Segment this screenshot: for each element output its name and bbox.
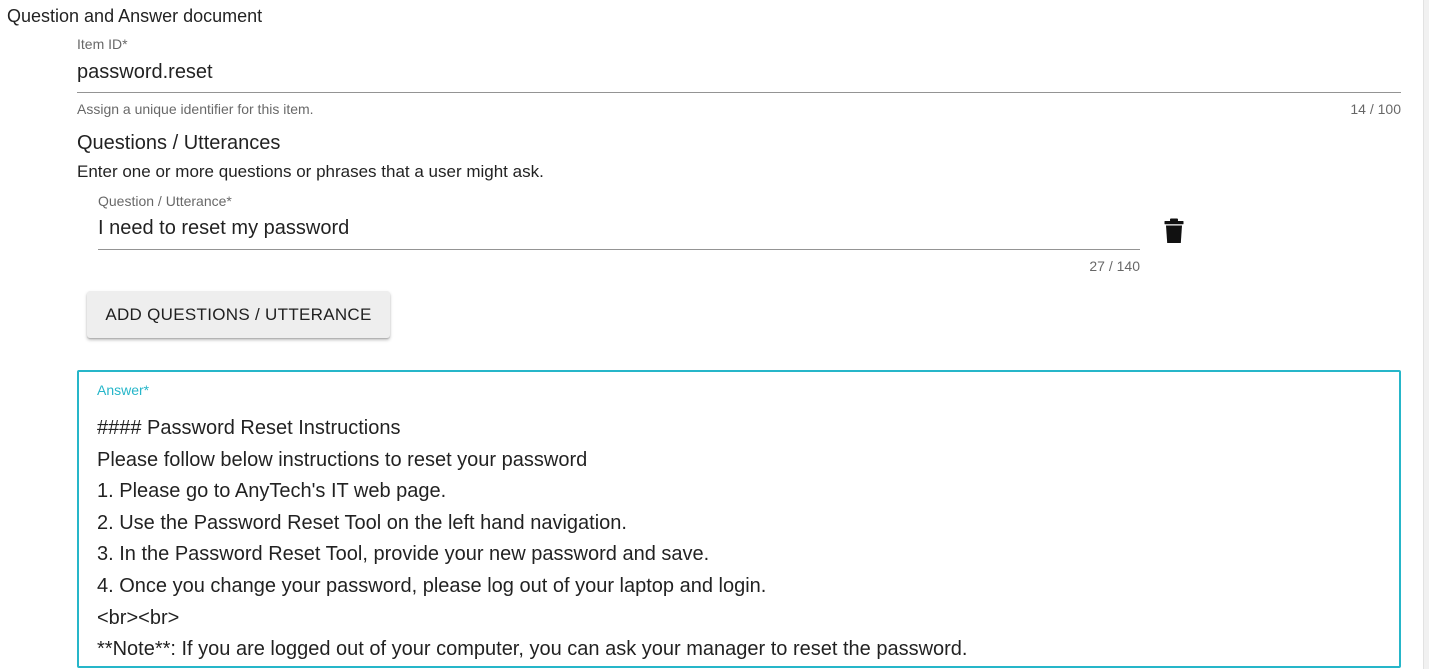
qa-document-page: Question and Answer document Item ID* pa…: [0, 0, 1429, 669]
questions-description: Enter one or more questions or phrases t…: [77, 162, 544, 181]
item-id-input[interactable]: password.reset: [77, 59, 213, 85]
delete-question-button[interactable]: [1158, 214, 1190, 248]
answer-line: **Note**: If you are logged out of your …: [97, 638, 968, 661]
answer-field[interactable]: Answer* #### Password Reset Instructions…: [77, 370, 1401, 668]
item-id-underline: [77, 92, 1401, 93]
document-title: Question and Answer document: [7, 6, 263, 26]
page-scrollbar[interactable]: [1423, 0, 1429, 669]
answer-line: 3. In the Password Reset Tool, provide y…: [97, 543, 710, 566]
add-question-button[interactable]: ADD QUESTIONS / UTTERANCE: [87, 291, 390, 338]
question-utterance-field: Question / Utterance* I need to reset my…: [98, 192, 1140, 278]
answer-line: Please follow below instructions to rese…: [97, 448, 588, 471]
item-id-helper-row: Assign a unique identifier for this item…: [77, 100, 1401, 118]
answer-line: 1. Please go to AnyTech's IT web page.: [97, 480, 447, 503]
question-utterance-input[interactable]: I need to reset my password: [98, 215, 349, 241]
questions-heading: Questions / Utterances: [77, 132, 281, 154]
answer-line: <br><br>: [97, 606, 180, 629]
question-utterance-underline: [98, 249, 1140, 250]
item-id-char-counter: 14 / 100: [1350, 101, 1401, 117]
item-id-field: Item ID* password.reset Assign a unique …: [77, 35, 1401, 120]
answer-line: 4. Once you change your password, please…: [97, 574, 767, 597]
question-utterance-label: Question / Utterance*: [98, 193, 232, 209]
answer-label: Answer*: [97, 382, 150, 398]
question-utterance-char-counter: 27 / 140: [1089, 258, 1140, 274]
item-id-helper-text: Assign a unique identifier for this item…: [77, 101, 314, 117]
answer-textarea[interactable]: #### Password Reset Instructions Please …: [97, 413, 1389, 666]
item-id-label: Item ID*: [77, 36, 128, 52]
answer-line: #### Password Reset Instructions: [97, 417, 401, 439]
trash-icon: [1164, 218, 1184, 243]
answer-line: 2. Use the Password Reset Tool on the le…: [97, 511, 627, 534]
